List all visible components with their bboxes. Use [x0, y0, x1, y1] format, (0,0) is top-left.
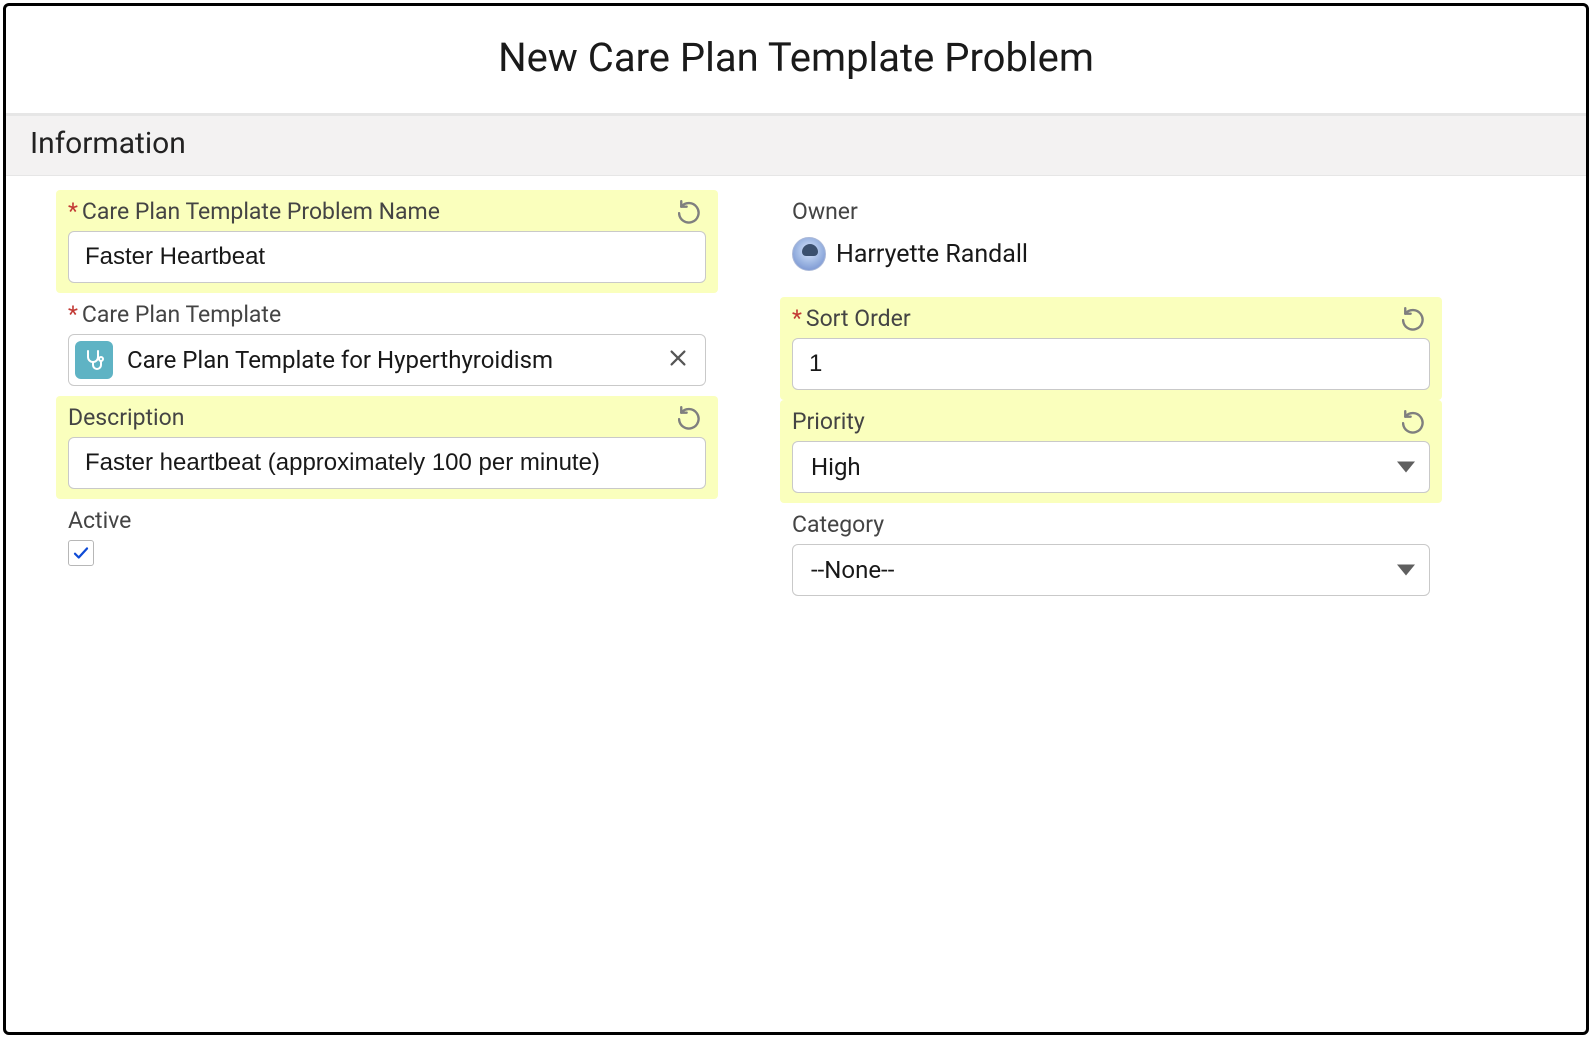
- form-body: *Care Plan Template Problem Name *Care P…: [6, 176, 1586, 606]
- label-description: Description: [68, 404, 706, 431]
- undo-icon[interactable]: [1402, 305, 1428, 331]
- field-description: Description: [56, 396, 718, 499]
- priority-value: High: [811, 453, 861, 481]
- label-active: Active: [68, 507, 706, 534]
- field-priority: Priority High: [780, 400, 1442, 503]
- label-care-plan-template: *Care Plan Template: [68, 301, 706, 328]
- field-active: Active: [56, 499, 718, 576]
- sort-order-input[interactable]: [792, 338, 1430, 390]
- label-sort-order: *Sort Order: [792, 305, 1430, 332]
- chevron-down-icon: [1397, 565, 1415, 576]
- care-plan-template-lookup[interactable]: Care Plan Template for Hyperthyroidism: [68, 334, 706, 386]
- dialog-title: New Care Plan Template Problem: [6, 34, 1586, 81]
- chevron-down-icon: [1397, 462, 1415, 473]
- close-icon[interactable]: [667, 347, 693, 373]
- label-owner: Owner: [792, 198, 1430, 225]
- undo-icon[interactable]: [678, 404, 704, 430]
- left-column: *Care Plan Template Problem Name *Care P…: [56, 190, 718, 606]
- category-value: --None--: [811, 556, 894, 584]
- label-priority: Priority: [792, 408, 1430, 435]
- description-input[interactable]: [68, 437, 706, 489]
- owner-name: Harryette Randall: [836, 240, 1028, 269]
- label-care-plan-template-text: Care Plan Template: [82, 301, 281, 328]
- label-problem-name: *Care Plan Template Problem Name: [68, 198, 706, 225]
- field-problem-name: *Care Plan Template Problem Name: [56, 190, 718, 293]
- undo-icon[interactable]: [1402, 408, 1428, 434]
- dialog-header: New Care Plan Template Problem: [6, 6, 1586, 116]
- avatar: [792, 237, 826, 271]
- label-sort-order-text: Sort Order: [806, 305, 911, 332]
- field-owner: Owner Harryette Randall: [780, 190, 1442, 297]
- field-care-plan-template: *Care Plan Template Care Plan Template f…: [56, 293, 718, 396]
- active-checkbox[interactable]: [68, 540, 94, 566]
- field-sort-order: *Sort Order: [780, 297, 1442, 400]
- required-asterisk: *: [68, 198, 78, 225]
- required-asterisk: *: [68, 301, 78, 328]
- care-plan-template-value: Care Plan Template for Hyperthyroidism: [127, 346, 653, 374]
- label-problem-name-text: Care Plan Template Problem Name: [82, 198, 440, 225]
- category-select[interactable]: --None--: [792, 544, 1430, 596]
- dialog-frame: New Care Plan Template Problem Informati…: [3, 3, 1589, 1035]
- required-asterisk: *: [792, 305, 802, 332]
- section-information: Information: [6, 116, 1586, 176]
- field-category: Category --None--: [780, 503, 1442, 606]
- label-category: Category: [792, 511, 1430, 538]
- owner-row: Harryette Randall: [792, 231, 1430, 271]
- undo-icon[interactable]: [678, 198, 704, 224]
- stethoscope-icon: [75, 341, 113, 379]
- problem-name-input[interactable]: [68, 231, 706, 283]
- right-column: Owner Harryette Randall *Sort Order Prio…: [780, 190, 1442, 606]
- priority-select[interactable]: High: [792, 441, 1430, 493]
